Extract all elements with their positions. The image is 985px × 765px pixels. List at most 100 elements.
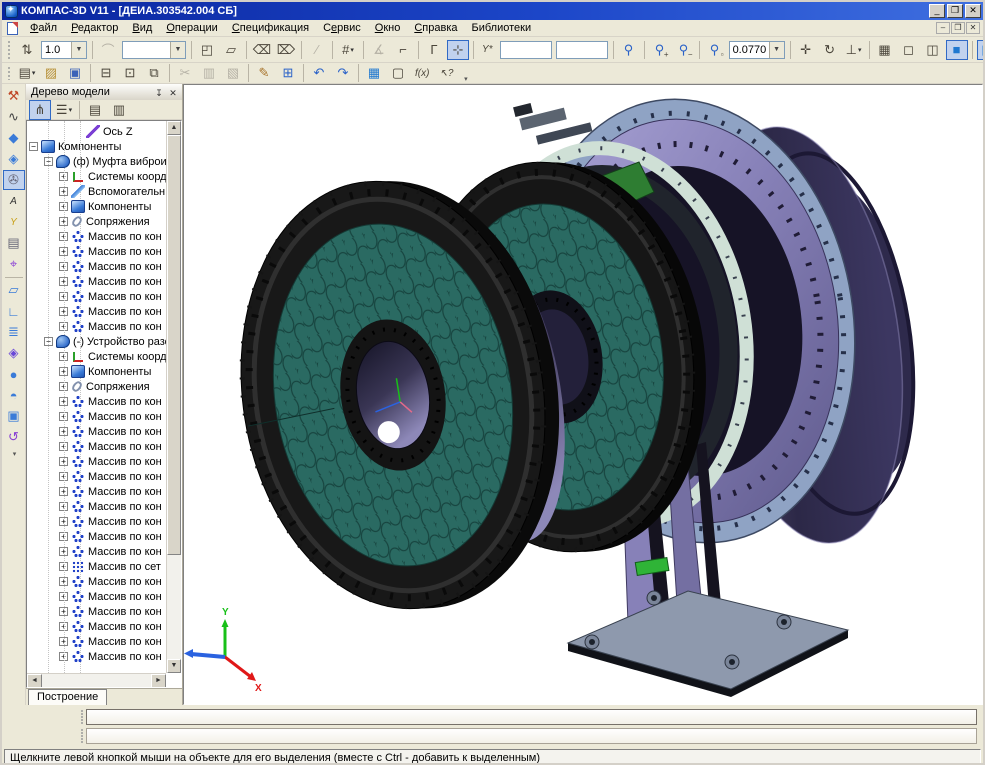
edit-component-button[interactable]: ⚒ bbox=[3, 86, 25, 106]
display-hidden-removed-button[interactable]: ◻ bbox=[898, 40, 920, 60]
plane-button[interactable]: ▱ bbox=[3, 280, 25, 300]
display-shaded-button[interactable]: ■ bbox=[946, 40, 968, 60]
mates-button[interactable]: ✇ bbox=[3, 170, 25, 190]
context-help-button[interactable]: ↖? bbox=[435, 63, 457, 83]
menu-item-окно[interactable]: Окно bbox=[368, 20, 408, 36]
zoom-area-button[interactable]: ⚲▫ bbox=[704, 40, 726, 60]
save-document-button[interactable]: ▣ bbox=[64, 63, 86, 83]
dropdown-arrow-icon[interactable]: ▼ bbox=[170, 42, 185, 58]
state-select-combo[interactable]: ▼ bbox=[122, 41, 186, 59]
variables-panel-button[interactable]: ▦ bbox=[363, 63, 385, 83]
scroll-left-icon[interactable]: ◄ bbox=[27, 674, 42, 688]
erase-all-button[interactable]: ⌦ bbox=[275, 40, 297, 60]
coords-mode-button[interactable]: Y* bbox=[478, 40, 497, 60]
dropdown-arrow-icon[interactable]: ▾ bbox=[858, 46, 862, 54]
tree-structure-button[interactable]: ⋔ bbox=[29, 100, 51, 120]
ortho-mode-button[interactable]: Γ bbox=[423, 40, 445, 60]
orientation-button[interactable]: ⊥▾ bbox=[843, 40, 865, 60]
tab-construction[interactable]: Построение bbox=[28, 689, 107, 705]
dropdown-arrow-icon[interactable]: ▾ bbox=[350, 46, 354, 54]
surface-button[interactable]: ◆ bbox=[3, 128, 25, 148]
display-hidden-thin-button[interactable]: ◫ bbox=[922, 40, 944, 60]
tree-panel-header[interactable]: Дерево модели ↧ ✕ bbox=[26, 84, 182, 100]
plane-corner-button[interactable]: ∟ bbox=[3, 301, 25, 321]
coord-x-combo[interactable] bbox=[500, 41, 552, 59]
sphere-surface-button[interactable]: ● bbox=[3, 364, 25, 384]
dropdown-arrow-icon[interactable]: ▼ bbox=[769, 42, 784, 58]
model-viewport[interactable]: Y X Z bbox=[183, 84, 983, 705]
annotation-button[interactable]: A bbox=[6, 191, 21, 211]
document-properties-button[interactable]: ▢ bbox=[387, 63, 409, 83]
new-document-button[interactable]: ▤▾ bbox=[16, 63, 38, 83]
report-button[interactable]: ▤ bbox=[3, 233, 25, 253]
send-scan-button[interactable]: ⧉ bbox=[143, 63, 165, 83]
close-button[interactable]: ✕ bbox=[965, 4, 981, 18]
menu-item-вид[interactable]: Вид bbox=[125, 20, 159, 36]
zoom-value-combo[interactable]: 0.0770▼ bbox=[729, 41, 785, 59]
copy-properties-button[interactable]: ✎ bbox=[253, 63, 275, 83]
dome-surface-button[interactable]: ◓ bbox=[3, 385, 25, 405]
doc-normal-button[interactable]: ▤ bbox=[84, 100, 106, 120]
scroll-thumb[interactable] bbox=[167, 135, 181, 555]
plane-stack-button[interactable]: ≣ bbox=[3, 322, 25, 342]
menu-item-сервис[interactable]: Сервис bbox=[316, 20, 368, 36]
close-icon[interactable]: ✕ bbox=[166, 86, 180, 99]
erase-aux-button[interactable]: ⌫ bbox=[251, 40, 273, 60]
print-button[interactable]: ⊟ bbox=[95, 63, 117, 83]
print-preview-button[interactable]: ⊡ bbox=[119, 63, 141, 83]
orbit-button[interactable]: ↺ bbox=[3, 427, 25, 447]
title-bar[interactable]: КОМПАС-3D V11 - [ДЕИА.303542.004 СБ] _ ❐… bbox=[2, 2, 983, 20]
dropdown-arrow-icon[interactable]: ▼ bbox=[71, 42, 86, 58]
menu-item-библиотеки[interactable]: Библиотеки bbox=[465, 20, 539, 36]
step-value-combo[interactable]: 1.0▼ bbox=[41, 41, 87, 59]
menu-item-справка[interactable]: Справка bbox=[407, 20, 464, 36]
display-shaded-edges-button[interactable]: ◧ bbox=[977, 40, 985, 60]
bar-grip[interactable] bbox=[80, 709, 84, 725]
spline-button[interactable]: ∿ bbox=[3, 107, 25, 127]
surface-copy-button[interactable]: ◈ bbox=[3, 149, 25, 169]
mdi-restore-button[interactable]: ❐ bbox=[951, 22, 965, 34]
display-wireframe-button[interactable]: ▦ bbox=[874, 40, 896, 60]
toolbar-grip[interactable] bbox=[7, 40, 12, 58]
spreadsheet-button[interactable]: ⊞ bbox=[277, 63, 299, 83]
increment-step-button[interactable]: ⇅ bbox=[16, 40, 38, 60]
move-axes-button[interactable]: ⌐ bbox=[392, 40, 414, 60]
mdi-close-button[interactable]: ✕ bbox=[966, 22, 980, 34]
toolbar-grip[interactable] bbox=[7, 66, 12, 80]
property-bar[interactable] bbox=[86, 709, 977, 725]
restore-button[interactable]: ❐ bbox=[947, 4, 963, 18]
pan-button[interactable]: ✛ bbox=[795, 40, 817, 60]
measure-button[interactable]: ⌖ bbox=[3, 254, 25, 274]
pin-icon[interactable]: ↧ bbox=[152, 86, 166, 99]
menu-item-операции[interactable]: Операции bbox=[159, 20, 224, 36]
doc-additional-button[interactable]: ▥ bbox=[108, 100, 130, 120]
grid-toggle-button[interactable]: #▾ bbox=[337, 40, 359, 60]
dropdown-arrow-icon[interactable]: ▾ bbox=[69, 106, 73, 114]
dropdown-arrow-icon[interactable]: ▾ bbox=[32, 69, 36, 77]
toolbar-overflow-icon[interactable]: ▾ bbox=[5, 448, 25, 459]
coord-y-combo[interactable] bbox=[556, 41, 608, 59]
menu-item-файл[interactable]: Файл bbox=[23, 20, 64, 36]
plane-point-button[interactable]: ◈ bbox=[3, 343, 25, 363]
solid-box-button[interactable]: ▣ bbox=[3, 406, 25, 426]
zoom-out-button[interactable]: ⚲− bbox=[673, 40, 695, 60]
mdi-minimize-button[interactable]: – bbox=[936, 22, 950, 34]
local-frame-button[interactable]: ◰ bbox=[196, 40, 218, 60]
tree-composition-button[interactable]: ☰▾ bbox=[53, 100, 75, 120]
tree-item[interactable]: −Компоненты bbox=[27, 139, 166, 154]
scroll-right-icon[interactable]: ► bbox=[151, 674, 166, 688]
assembly-model[interactable] bbox=[211, 85, 941, 697]
minimize-button[interactable]: _ bbox=[929, 4, 945, 18]
undo-button[interactable]: ↶ bbox=[308, 63, 330, 83]
menu-item-редактор[interactable]: Редактор bbox=[64, 20, 125, 36]
scroll-up-icon[interactable]: ▲ bbox=[167, 121, 181, 135]
fx-button[interactable]: f(x) bbox=[411, 63, 433, 83]
zoom-frame-button[interactable]: ⚲ bbox=[618, 40, 640, 60]
menu-item-спецификация[interactable]: Спецификация bbox=[225, 20, 316, 36]
sketch-mode-button[interactable]: ▱ bbox=[220, 40, 242, 60]
tree-vertical-scrollbar[interactable]: ▲ ▼ bbox=[166, 121, 181, 673]
tree-horizontal-scrollbar[interactable]: ◄ ► bbox=[27, 673, 166, 687]
toolbar-overflow-icon[interactable]: ▾ bbox=[460, 63, 471, 83]
redo-button[interactable]: ↷ bbox=[332, 63, 354, 83]
snap-mode-button[interactable]: ⊹ bbox=[447, 40, 469, 60]
